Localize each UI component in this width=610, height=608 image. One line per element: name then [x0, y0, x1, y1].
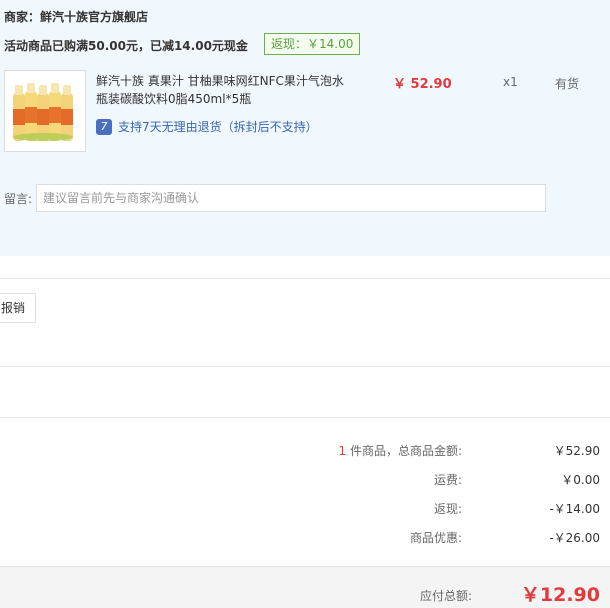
merchant-label: 商家：: [4, 10, 41, 24]
shipping-row: 运费: ￥0.00: [220, 471, 600, 489]
goods-total-row: 1 件商品，总商品金额: ￥52.90: [220, 442, 601, 460]
message-label: 留言:: [4, 192, 33, 206]
shipping-label: 运费:: [433, 473, 462, 487]
divider: [0, 366, 610, 367]
item-count: 1: [338, 444, 347, 458]
merchant-name[interactable]: 鲜汽十族官方旗舰店: [40, 10, 148, 24]
discount-label: 商品优惠:: [409, 531, 462, 545]
return-policy-text: 支持7天无理由退货（拆封后不支持）: [118, 120, 318, 134]
goods-total-value: ￥52.90: [553, 444, 600, 458]
payable-total-value: ￥12.90: [520, 584, 600, 606]
payable-total-label: 应付总额:: [419, 589, 472, 603]
product-price: ￥ 52.90: [393, 77, 452, 92]
divider: [0, 278, 610, 279]
product-quantity: x1: [503, 75, 518, 89]
product-title[interactable]: 鲜汽十族 真果汁 甘柚果味网红NFC果汁气泡水 瓶装碳酸饮料0脂450ml*5瓶: [96, 72, 346, 108]
discount-value: -￥26.00: [549, 531, 600, 545]
rebate-value: -￥14.00: [549, 502, 600, 516]
stock-status: 有货: [555, 77, 580, 91]
shipping-value: ￥0.00: [561, 473, 600, 487]
product-thumbnail[interactable]: [4, 70, 86, 152]
order-item-panel: 商家：鲜汽十族官方旗舰店 活动商品已购满50.00元，已减14.00元现金 返现…: [0, 0, 610, 256]
invoice-button[interactable]: 报销: [0, 293, 36, 323]
rebate-label: 返现:: [433, 502, 462, 516]
merchant-line: 商家：鲜汽十族官方旗舰店: [4, 8, 148, 25]
return-policy: 7 支持7天无理由退货（拆封后不支持）: [96, 118, 318, 135]
goods-total-label: 1 件商品，总商品金额:: [338, 444, 463, 458]
payable-total-bar: 应付总额: ￥12.90: [0, 566, 610, 608]
seven-day-return-icon: 7: [96, 118, 112, 135]
rebate-row: 返现: -￥14.00: [220, 500, 600, 518]
rebate-tag: 返现：￥14.00: [264, 33, 361, 55]
discount-row: 商品优惠: -￥26.00: [220, 529, 600, 547]
product-image: [5, 71, 85, 151]
divider: [0, 417, 610, 418]
promo-text: 活动商品已购满50.00元，已减14.00元现金: [4, 39, 248, 53]
message-input[interactable]: [36, 184, 546, 212]
